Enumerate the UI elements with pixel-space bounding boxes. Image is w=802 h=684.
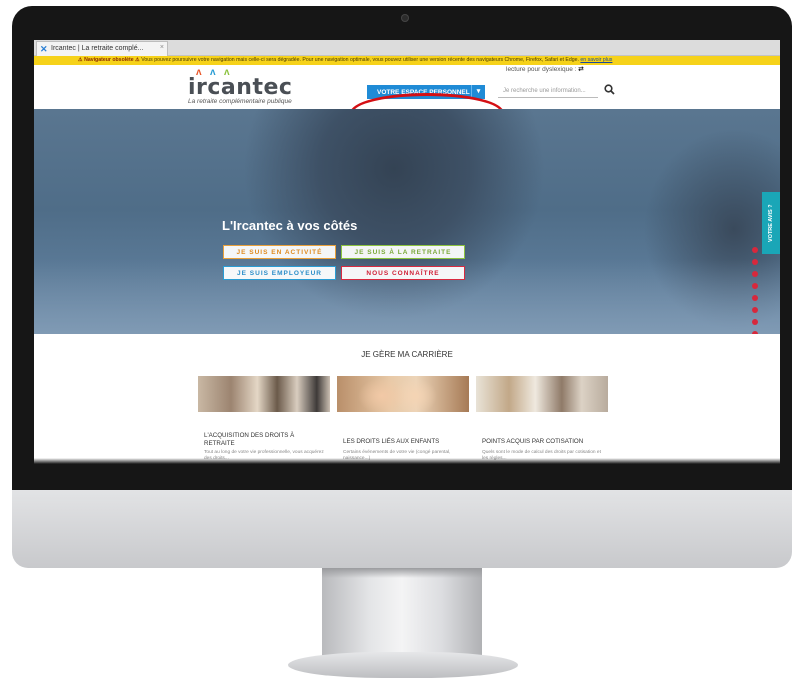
- carousel-dot[interactable]: [752, 295, 758, 301]
- feedback-tab[interactable]: VOTRE AVIS ?: [762, 192, 780, 254]
- learn-more-link[interactable]: en savoir plus: [580, 57, 612, 63]
- warning-text: Vous pouvez poursuivre votre navigation …: [139, 57, 581, 63]
- card-image: [476, 376, 608, 412]
- card-rights-acquisition[interactable]: L'ACQUISITION DES DROITS À RETRAITE Tout…: [198, 376, 330, 464]
- carousel-dots: [752, 247, 760, 334]
- card-title[interactable]: POINTS ACQUIS PAR COTISATION: [482, 438, 604, 446]
- screen-edge: [34, 458, 780, 464]
- ircantec-favicon-icon: ✕: [40, 44, 48, 54]
- computer-mockup: ✕ Ircantec | La retraite complé... × ⚠ N…: [0, 0, 802, 684]
- monitor-foot: [288, 652, 518, 678]
- browser-tab[interactable]: ✕ Ircantec | La retraite complé... ×: [36, 41, 168, 56]
- about-us-button[interactable]: NOUS CONNAÎTRE: [341, 266, 465, 280]
- carousel-dot[interactable]: [752, 247, 758, 253]
- hero-banner: L'Ircantec à vos côtés JE SUIS EN ACTIVI…: [34, 109, 780, 334]
- browser-tab-bar: ✕ Ircantec | La retraite complé... ×: [34, 40, 780, 56]
- warning-label: ⚠ Navigateur obsolète ⚠: [78, 57, 140, 63]
- employer-button[interactable]: JE SUIS EMPLOYEUR: [223, 266, 336, 280]
- logo-tagline: La retraite complémentaire publique: [188, 98, 292, 105]
- card-title[interactable]: L'ACQUISITION DES DROITS À RETRAITE: [204, 432, 326, 448]
- ircantec-logo[interactable]: ircantec: [188, 75, 292, 100]
- dyslexia-toggle-icon[interactable]: ⇄: [578, 66, 583, 73]
- monitor-stand: [322, 568, 482, 656]
- site-header: ᴧ ᴧ ᴧ ircantec La retraite complémentair…: [34, 65, 780, 133]
- carousel-dot[interactable]: [752, 307, 758, 313]
- carousel-dot[interactable]: [752, 319, 758, 325]
- close-tab-icon[interactable]: ×: [160, 44, 164, 51]
- obsolete-browser-banner: ⚠ Navigateur obsolète ⚠ Vous pouvez pour…: [34, 56, 780, 65]
- hero-title: L'Ircantec à vos côtés: [222, 218, 358, 233]
- stand-shadow: [322, 568, 482, 578]
- active-worker-button[interactable]: JE SUIS EN ACTIVITÉ: [223, 245, 336, 259]
- search-input[interactable]: Je recherche une information...: [498, 85, 598, 98]
- tab-title: Ircantec | La retraite complé...: [51, 45, 144, 52]
- carousel-dot[interactable]: [752, 283, 758, 289]
- search-icon[interactable]: [604, 84, 615, 98]
- card-image: [198, 376, 330, 412]
- carousel-dot[interactable]: [752, 259, 758, 265]
- card-title[interactable]: LES DROITS LIÉS AUX ENFANTS: [343, 438, 465, 446]
- card-contribution-points[interactable]: POINTS ACQUIS PAR COTISATION Quels sont …: [476, 376, 608, 464]
- browser-screen: ✕ Ircantec | La retraite complé... × ⚠ N…: [34, 40, 780, 464]
- carousel-dot[interactable]: [752, 331, 758, 334]
- section-title: JE GÈRE MA CARRIÈRE: [361, 350, 453, 359]
- card-children-rights[interactable]: LES DROITS LIÉS AUX ENFANTS Certains évé…: [337, 376, 469, 464]
- card-image: [337, 376, 469, 412]
- retired-button[interactable]: JE SUIS À LA RETRAITE: [341, 245, 465, 259]
- webcam-icon: [401, 14, 409, 22]
- dyslexia-label: lecture pour dyslexique :: [506, 66, 577, 73]
- monitor-chin: [12, 490, 792, 568]
- carousel-dot[interactable]: [752, 271, 758, 277]
- dyslexia-reading-option: lecture pour dyslexique : ⇄: [506, 65, 584, 73]
